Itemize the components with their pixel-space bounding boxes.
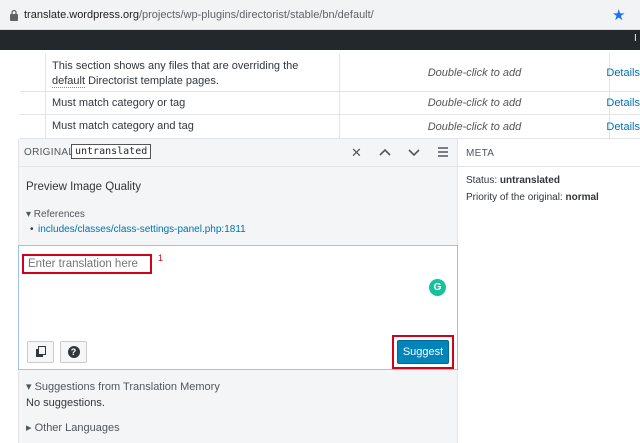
- table-row[interactable]: Must match category and tag Double-click…: [20, 115, 640, 139]
- references-toggle[interactable]: ▾ References: [26, 209, 85, 220]
- original-string: Preview Image Quality: [26, 181, 142, 193]
- table-row[interactable]: This section shows any files that are ov…: [20, 54, 640, 92]
- copy-icon: [36, 346, 46, 357]
- priority-value: normal: [565, 192, 599, 203]
- row-translation[interactable]: Double-click to add: [340, 54, 610, 91]
- details-link[interactable]: Details: [606, 92, 640, 114]
- help-button[interactable]: ?: [60, 341, 87, 363]
- row-checkbox-cell[interactable]: [20, 54, 46, 91]
- annotation-number: 1: [158, 253, 164, 263]
- help-icon: ?: [67, 346, 80, 358]
- url-host: translate.wordpress.org: [24, 9, 139, 21]
- meta-title: META: [466, 148, 495, 159]
- row-original: Must match category or tag: [46, 92, 340, 114]
- close-icon[interactable]: ✕: [351, 145, 362, 161]
- suggest-button[interactable]: Suggest: [397, 340, 449, 364]
- menu-icon[interactable]: [437, 147, 449, 157]
- details-link[interactable]: Details: [606, 115, 640, 138]
- table-row[interactable]: Must match category or tag Double-click …: [20, 92, 640, 115]
- status-label: Status:: [466, 175, 498, 186]
- details-link[interactable]: Details: [606, 54, 640, 91]
- no-suggestions-text: No suggestions.: [26, 397, 105, 409]
- lock-icon: [10, 9, 18, 21]
- row-translation[interactable]: Double-click to add: [340, 92, 610, 114]
- row-original-text-end: Directorist template pages.: [85, 75, 219, 87]
- row-checkbox-cell[interactable]: [20, 115, 46, 138]
- row-original-text: This section shows any files that are ov…: [52, 60, 299, 72]
- row-checkbox-cell[interactable]: [20, 92, 46, 114]
- row-translation[interactable]: Double-click to add: [340, 115, 610, 138]
- glossary-term[interactable]: default: [52, 75, 86, 88]
- reference-bullet: •: [30, 224, 34, 235]
- url-text[interactable]: translate.wordpress.org/projects/wp-plug…: [24, 9, 374, 21]
- priority-label: Priority of the original:: [466, 192, 563, 203]
- admin-bar-edge-text: I: [634, 33, 637, 44]
- suggestions-toggle[interactable]: ▾ Suggestions from Translation Memory: [26, 380, 220, 393]
- meta-priority: Priority of the original: normal: [466, 192, 599, 203]
- meta-status: Status: untranslated: [466, 175, 560, 186]
- row-original: This section shows any files that are ov…: [46, 54, 340, 91]
- copy-original-button[interactable]: [27, 341, 54, 363]
- editor-header: ORIGINAL untranslated ✕: [18, 139, 458, 167]
- admin-bar: [0, 30, 640, 50]
- status-badge: untranslated: [71, 144, 152, 159]
- original-label: ORIGINAL: [24, 147, 75, 158]
- url-path: /projects/wp-plugins/directorist/stable/…: [138, 9, 374, 21]
- chevron-down-icon[interactable]: [408, 148, 420, 157]
- row-original: Must match category and tag: [46, 115, 340, 138]
- grammarly-icon[interactable]: G: [429, 279, 446, 296]
- bookmark-star-icon[interactable]: ★: [612, 6, 625, 24]
- status-value: untranslated: [499, 175, 560, 186]
- other-languages-toggle[interactable]: ▸ Other Languages: [26, 421, 120, 434]
- meta-header: META: [458, 139, 640, 167]
- translation-textarea[interactable]: [22, 254, 152, 274]
- reference-link[interactable]: includes/classes/class-settings-panel.ph…: [38, 224, 246, 235]
- chevron-up-icon[interactable]: [379, 148, 391, 157]
